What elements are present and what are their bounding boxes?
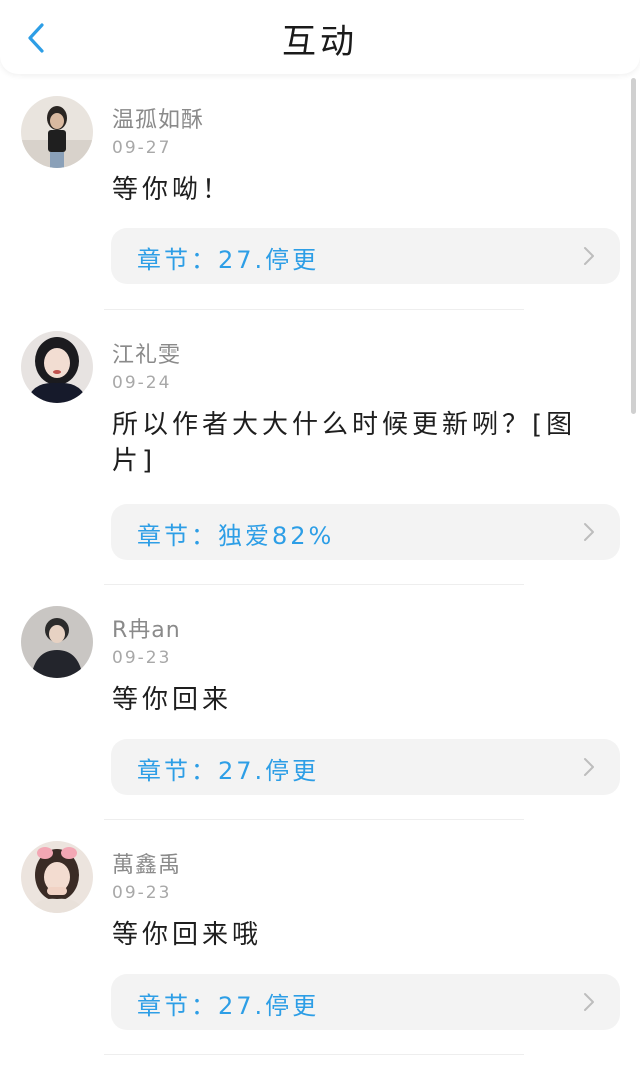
- username[interactable]: 温孤如酥: [112, 102, 204, 134]
- page-title: 互动: [282, 22, 358, 62]
- divider: [104, 819, 524, 820]
- comment-item: 温孤如酥 09-27 等你呦！ 章节：27.停更: [0, 96, 640, 310]
- comment-text: 等你呦！: [112, 175, 233, 205]
- chapter-label: 章节：27.停更: [137, 246, 320, 274]
- chapter-link[interactable]: 章节：独爱82%: [111, 504, 620, 560]
- comment-item: R冉an 09-23 等你回来 章节：27.停更: [0, 606, 640, 820]
- chevron-right-icon: [584, 993, 594, 1011]
- chapter-link[interactable]: 章节：27.停更: [111, 228, 620, 284]
- comment-text: 等你回来哦: [112, 920, 263, 950]
- avatar[interactable]: [21, 841, 93, 913]
- chapter-link[interactable]: 章节：27.停更: [111, 739, 620, 795]
- chapter-label: 章节：独爱82%: [137, 522, 335, 550]
- chevron-right-icon: [584, 758, 594, 776]
- comment-text: 所以作者大大什么时候更新咧？[图片]: [112, 410, 577, 476]
- divider: [104, 1054, 524, 1055]
- comment-text: 等你回来: [112, 685, 233, 715]
- divider: [104, 309, 524, 310]
- comment-date: 09-23: [112, 883, 172, 903]
- divider: [104, 584, 524, 585]
- app-header: 互动: [0, 0, 640, 74]
- username[interactable]: 江礼雯: [112, 337, 181, 369]
- avatar[interactable]: [21, 331, 93, 403]
- comment-item: 江礼雯 09-24 所以作者大大什么时候更新咧？[图片] 章节：独爱82%: [0, 331, 640, 581]
- username[interactable]: R冉an: [112, 612, 181, 644]
- chapter-label: 章节：27.停更: [137, 992, 320, 1020]
- chevron-right-icon: [584, 523, 594, 541]
- username[interactable]: 萬鑫禹: [112, 847, 181, 879]
- chapter-label: 章节：27.停更: [137, 757, 320, 785]
- avatar[interactable]: [21, 96, 93, 168]
- chapter-link[interactable]: 章节：27.停更: [111, 974, 620, 1030]
- avatar[interactable]: [21, 606, 93, 678]
- chevron-right-icon: [584, 247, 594, 265]
- comment-date: 09-23: [112, 648, 172, 668]
- comment-date: 09-24: [112, 373, 172, 393]
- comment-date: 09-27: [112, 138, 172, 158]
- comment-item: 萬鑫禹 09-23 等你回来哦 章节：27.停更: [0, 841, 640, 1055]
